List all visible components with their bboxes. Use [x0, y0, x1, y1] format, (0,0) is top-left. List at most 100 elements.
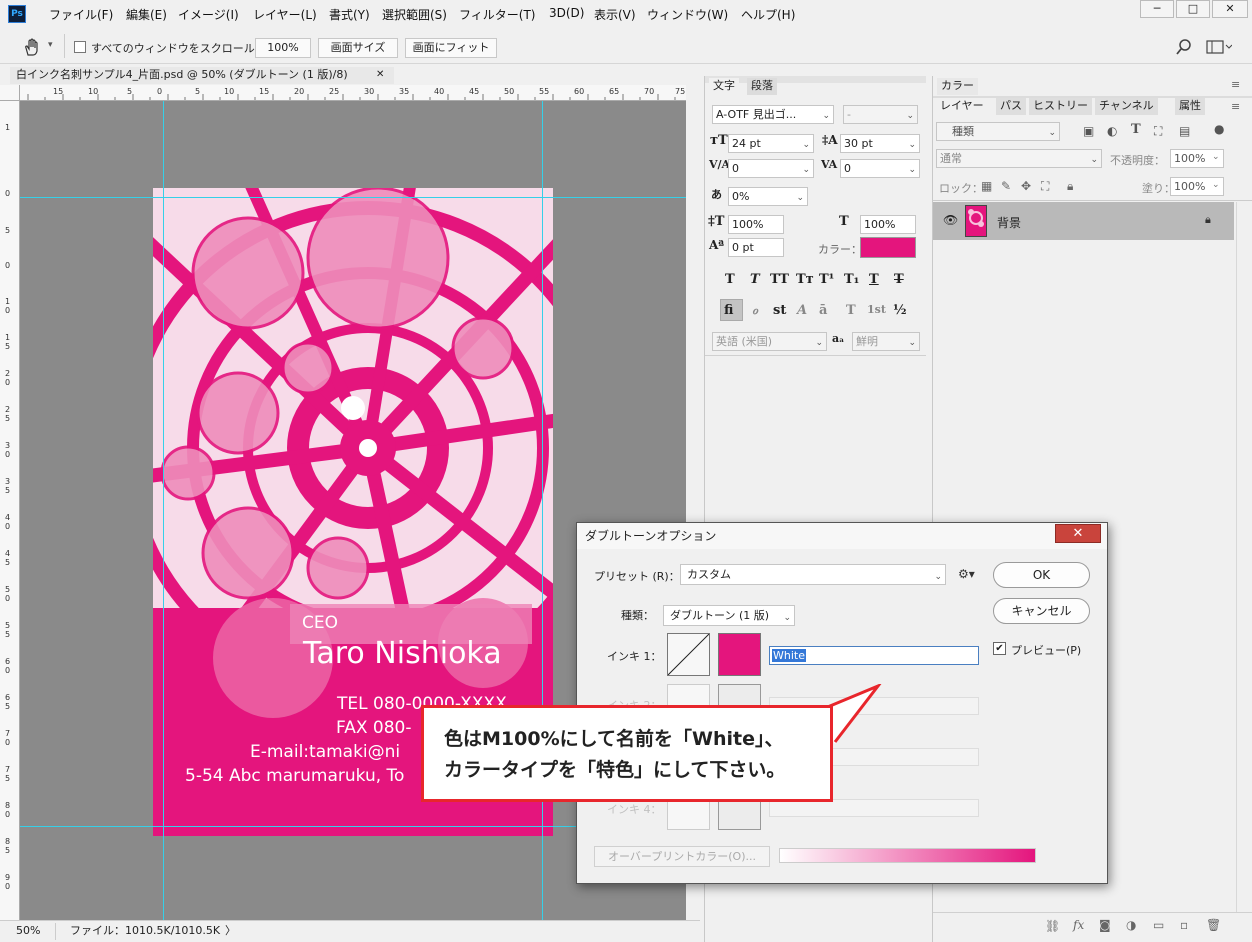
ink1-color-swatch[interactable]	[718, 633, 761, 676]
opacity-dropdown-icon[interactable]: ⌄	[1212, 152, 1220, 162]
font-size-field[interactable]: 24 pt ⌄	[728, 134, 814, 153]
menu-help[interactable]: ヘルプ(H)	[741, 6, 795, 23]
filter-pixel-icon[interactable]: ▣	[1083, 124, 1094, 138]
tsume-field[interactable]: 0% ⌄	[728, 187, 808, 206]
zoom-100-button[interactable]: 100%	[255, 38, 311, 58]
guide-line[interactable]	[20, 197, 686, 198]
tab-history[interactable]: ヒストリー	[1029, 98, 1092, 115]
menu-file[interactable]: ファイル(F)	[49, 6, 113, 23]
blend-mode-select[interactable]: 通常 ⌄	[936, 149, 1102, 168]
vertical-scale-field[interactable]: 100%	[728, 215, 784, 234]
leading-field[interactable]: 30 pt ⌄	[840, 134, 920, 153]
new-group-icon[interactable]: ▭	[1153, 918, 1164, 932]
layer-name[interactable]: 背景	[997, 214, 1021, 231]
layers-scrollbar[interactable]	[1236, 202, 1252, 912]
all-caps-icon[interactable]: TT	[770, 272, 789, 287]
menu-view[interactable]: 表示(V)	[594, 6, 636, 23]
ok-button[interactable]: OK	[993, 562, 1090, 588]
window-close-button[interactable]: ✕	[1212, 0, 1248, 18]
anti-alias-select[interactable]: 鮮明 ⌄	[852, 332, 920, 351]
menu-edit[interactable]: 編集(E)	[126, 6, 167, 23]
filter-toggle-icon[interactable]: ●	[1214, 122, 1224, 136]
text-color-swatch[interactable]	[860, 237, 916, 258]
layer-row-background[interactable]: 👁︎ 背景 🔒︎	[933, 202, 1234, 240]
tab-properties[interactable]: 属性	[1175, 98, 1205, 115]
link-layers-icon[interactable]: ⛓	[1045, 919, 1060, 933]
tab-layers[interactable]: レイヤー	[936, 98, 988, 115]
document-tab-close-icon[interactable]: ✕	[376, 67, 384, 83]
cancel-button[interactable]: キャンセル	[993, 598, 1090, 624]
language-select[interactable]: 英語 (米国) ⌄	[712, 332, 827, 351]
titling-alternates-icon[interactable]: T	[846, 303, 856, 318]
menu-select[interactable]: 選択範囲(S)	[382, 6, 447, 23]
layer-filter-select[interactable]: 種類 ⌄	[936, 122, 1060, 141]
workspace-icon[interactable]	[1206, 39, 1232, 55]
preview-checkbox[interactable]: ✔	[993, 642, 1006, 655]
lock-all-icon[interactable]: 🔒︎	[1067, 179, 1073, 194]
preset-select[interactable]: カスタム ⌄	[680, 564, 946, 585]
ruler-horizontal[interactable]: 15 10 5 0 5 10 15 20 25 30 35 40 45 50 5…	[20, 85, 686, 101]
dialog-close-button[interactable]: ✕	[1055, 524, 1101, 543]
layer-effects-icon[interactable]: fx	[1073, 918, 1084, 932]
ink1-curve-swatch[interactable]	[667, 633, 710, 676]
tab-paths[interactable]: パス	[996, 98, 1026, 115]
contextual-alternates-icon[interactable]: ℴ	[752, 303, 758, 318]
menu-type[interactable]: 書式(Y)	[329, 6, 370, 23]
small-caps-icon[interactable]: Tт	[796, 272, 814, 287]
lock-position-icon[interactable]: ✥	[1021, 179, 1031, 193]
panel-menu-icon[interactable]: ≡	[1231, 78, 1240, 91]
new-layer-icon[interactable]: ▫	[1180, 918, 1188, 932]
kerning-field[interactable]: 0 ⌄	[728, 159, 814, 178]
preset-options-gear-icon[interactable]: ⚙▾	[958, 567, 975, 581]
fractions-icon[interactable]: ½	[893, 303, 907, 318]
search-icon[interactable]	[1175, 38, 1193, 56]
ruler-vertical[interactable]: 1 0 5 0 1 0 1 5 2 0 2 5 3 0 3 5 4 0 4 5 …	[0, 101, 20, 920]
add-mask-icon[interactable]: ◙	[1099, 918, 1111, 932]
status-zoom[interactable]: 50%	[16, 921, 40, 941]
dialog-titlebar[interactable]: ダブルトーンオプション	[577, 523, 1107, 549]
tab-paragraph[interactable]: 段落	[747, 78, 777, 95]
baseline-shift-field[interactable]: 0 pt	[728, 238, 784, 257]
fill-screen-button[interactable]: 画面にフィット	[405, 38, 497, 58]
tab-character[interactable]: 文字	[709, 78, 739, 95]
stylistic-alternates-icon[interactable]: ā	[819, 303, 827, 318]
lock-transparent-icon[interactable]: ▦	[981, 179, 992, 193]
ordinals-icon[interactable]: 1st	[867, 303, 886, 316]
subscript-icon[interactable]: T₁	[844, 272, 859, 287]
font-family-select[interactable]: A-OTF 見出ゴ... ⌄	[712, 105, 834, 124]
faux-bold-icon[interactable]: T	[725, 272, 735, 287]
font-style-select[interactable]: - ⌄	[843, 105, 918, 124]
overprint-colors-button[interactable]: オーバープリントカラー(O)...	[594, 846, 770, 867]
layers-menu-icon[interactable]: ≡	[1231, 100, 1240, 113]
menu-filter[interactable]: フィルター(T)	[459, 6, 535, 23]
ink1-name-field[interactable]: White	[769, 646, 979, 665]
underline-icon[interactable]: T	[869, 272, 879, 287]
fill-dropdown-icon[interactable]: ⌄	[1212, 180, 1220, 190]
horizontal-scale-field[interactable]: 100%	[860, 215, 916, 234]
filter-type-icon[interactable]: T	[1131, 122, 1141, 137]
menu-layer[interactable]: レイヤー(L)	[253, 6, 317, 23]
tracking-field[interactable]: 0 ⌄	[840, 159, 920, 178]
minimize-button[interactable]: ─	[1140, 0, 1174, 18]
type-select[interactable]: ダブルトーン (1 版) ⌄	[663, 605, 795, 626]
superscript-icon[interactable]: T¹	[819, 272, 834, 287]
menu-image[interactable]: イメージ(I)	[178, 6, 239, 23]
guide-line[interactable]	[163, 101, 164, 920]
strikethrough-icon[interactable]: T	[894, 272, 904, 287]
tab-channels[interactable]: チャンネル	[1095, 98, 1158, 115]
visibility-eye-icon[interactable]: 👁︎	[943, 213, 958, 227]
discretionary-ligatures-icon[interactable]: st	[773, 303, 786, 318]
lock-image-icon[interactable]: ✎	[1001, 179, 1011, 193]
adjustment-layer-icon[interactable]: ◑	[1126, 918, 1136, 932]
menu-3d[interactable]: 3D(D)	[549, 6, 584, 20]
document-tab[interactable]: 白インク名刺サンプル4_片面.psd @ 50% (ダブルトーン (1 版)/8…	[10, 67, 394, 84]
menu-window[interactable]: ウィンドウ(W)	[647, 6, 728, 23]
maximize-button[interactable]: □	[1176, 0, 1210, 18]
filter-shape-icon[interactable]: ⛶	[1154, 124, 1162, 139]
lock-artboard-icon[interactable]: ⛶	[1041, 179, 1049, 194]
hand-tool-icon[interactable]	[22, 37, 44, 57]
hand-tool-dropdown-icon[interactable]: ▾	[48, 40, 53, 50]
scroll-all-checkbox[interactable]	[74, 41, 86, 53]
swash-icon[interactable]: A	[797, 303, 807, 318]
filter-smart-object-icon[interactable]: ▤	[1179, 124, 1190, 138]
